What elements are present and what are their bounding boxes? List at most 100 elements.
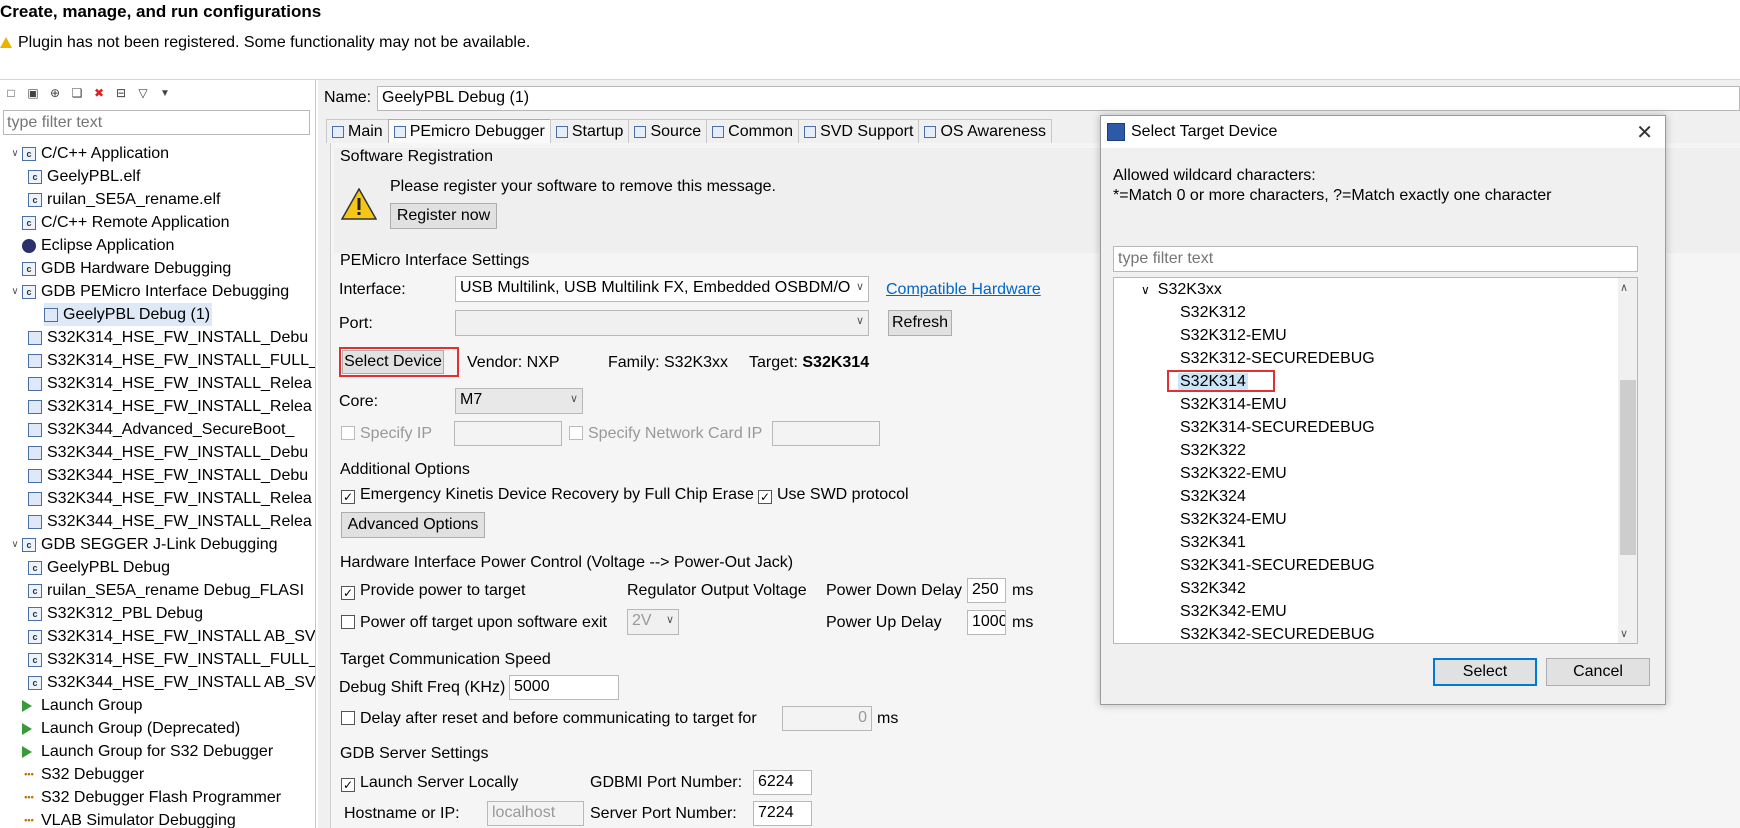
tree-item[interactable]: c GeelyPBL.elf [0, 165, 315, 188]
tree-item[interactable]: c S32K314_HSE_FW_INSTALL_FULL_ [0, 648, 315, 671]
delete-icon[interactable]: ✖ [90, 84, 108, 102]
collapse-all-icon[interactable]: ⊟ [112, 84, 130, 102]
select-device-button[interactable]: Select Device [342, 350, 444, 374]
tree-item[interactable]: c ruilan_SE5A_rename Debug_FLASI [0, 579, 315, 602]
scroll-up-icon[interactable]: ∧ [1620, 281, 1628, 294]
delay-reset-checkbox[interactable]: Delay after reset and before communicati… [341, 710, 757, 728]
device-item[interactable]: S32K324-EMU [1180, 511, 1287, 529]
tree-item[interactable]: ••• VLAB Simulator Debugging [0, 809, 315, 828]
ip-input[interactable] [454, 421, 562, 446]
tree-item[interactable]: GeelyPBL Debug (1) [44, 303, 212, 326]
tab-source[interactable]: Source [628, 119, 708, 143]
tree-item[interactable]: S32K344_Advanced_SecureBoot_ [0, 418, 315, 441]
core-select[interactable]: M7 ∨ [455, 388, 583, 414]
tree-item-label: S32K344_HSE_FW_INSTALL AB_SV [47, 673, 316, 691]
compatible-hardware-link[interactable]: Compatible Hardware [886, 281, 1041, 299]
power-off-checkbox[interactable]: Power off target upon software exit [341, 614, 607, 632]
device-item[interactable]: S32K322-EMU [1180, 465, 1287, 483]
device-item[interactable]: S32K324 [1180, 488, 1246, 506]
tree-item[interactable]: c GeelyPBL Debug [0, 556, 315, 579]
tree-item[interactable]: ••• S32 Debugger [0, 763, 315, 786]
duplicate-icon[interactable]: ❏ [68, 84, 86, 102]
advanced-options-button[interactable]: Advanced Options [341, 512, 485, 538]
filter-icon[interactable]: ▽ [134, 84, 152, 102]
device-item[interactable]: S32K314-SECUREDEBUG [1180, 419, 1375, 437]
device-item[interactable]: S32K342-SECUREDEBUG [1180, 626, 1375, 644]
server-port-input[interactable]: 7224 [753, 801, 812, 826]
provide-power-checkbox[interactable]: ✓ Provide power to target [341, 582, 525, 600]
tree-item-label: Eclipse Application [41, 236, 175, 254]
tree-item[interactable]: c GDB Hardware Debugging [0, 257, 315, 280]
tree-item[interactable]: Launch Group for S32 Debugger [0, 740, 315, 763]
device-filter-input[interactable] [1113, 246, 1638, 272]
tree-item[interactable]: S32K344_HSE_FW_INSTALL_Debu [0, 464, 315, 487]
tree-item[interactable]: S32K314_HSE_FW_INSTALL_Debu [0, 326, 315, 349]
device-item[interactable]: S32K314-EMU [1180, 396, 1287, 414]
tree-item[interactable]: ••• S32 Debugger Flash Programmer [0, 786, 315, 809]
tree-item[interactable]: c S32K314_HSE_FW_INSTALL AB_SV [0, 625, 315, 648]
gdbmi-port-input[interactable]: 6224 [753, 770, 812, 795]
view-menu-icon[interactable]: ▼ [156, 84, 174, 102]
scroll-down-icon[interactable]: ∨ [1620, 627, 1628, 640]
tab-os-awareness[interactable]: OS Awareness [918, 119, 1052, 143]
tree-item[interactable]: S32K344_HSE_FW_INSTALL_Relea [0, 487, 315, 510]
device-item[interactable]: S32K342-EMU [1180, 603, 1287, 621]
tree-item[interactable]: Eclipse Application [0, 234, 315, 257]
close-icon[interactable]: ✕ [1636, 120, 1653, 145]
tab-svd-support[interactable]: SVD Support [798, 119, 920, 143]
swd-protocol-checkbox[interactable]: ✓ Use SWD protocol [758, 486, 909, 504]
export-icon[interactable]: ⊕ [46, 84, 64, 102]
tab-pemicro-debugger[interactable]: PEmicro Debugger [387, 119, 551, 143]
tab-startup[interactable]: Startup [549, 119, 630, 143]
tree-item[interactable]: ∨ c GDB SEGGER J-Link Debugging [0, 533, 315, 556]
device-item[interactable]: S32K312-EMU [1180, 327, 1287, 345]
chevron-down-icon[interactable]: ∨ [8, 539, 22, 550]
tree-item[interactable]: S32K344_HSE_FW_INSTALL_Debu [0, 441, 315, 464]
tree-filter-input[interactable] [3, 110, 310, 135]
new-config-icon[interactable]: □ [2, 84, 20, 102]
delay-input[interactable]: 0 [782, 706, 872, 731]
new-prototype-icon[interactable]: ▣ [24, 84, 42, 102]
device-group[interactable]: ∨ S32K3xx [1141, 281, 1222, 299]
tree-item[interactable]: ∨ c GDB PEMicro Interface Debugging [0, 280, 315, 303]
launch-locally-checkbox[interactable]: ✓ Launch Server Locally [341, 774, 518, 792]
device-item[interactable]: S32K322 [1180, 442, 1246, 460]
tree-item[interactable]: Launch Group [0, 694, 315, 717]
tree-item[interactable]: Launch Group (Deprecated) [0, 717, 315, 740]
power-down-input[interactable]: 250 [967, 578, 1006, 603]
tree-item[interactable]: S32K314_HSE_FW_INSTALL_Relea [0, 395, 315, 418]
tab-common[interactable]: Common [706, 119, 800, 143]
power-up-input[interactable]: 1000 [967, 610, 1006, 635]
tree-item[interactable]: S32K314_HSE_FW_INSTALL_FULL_ [0, 349, 315, 372]
interface-select[interactable]: USB Multilink, USB Multilink FX, Embedde… [455, 276, 869, 302]
shift-freq-input[interactable]: 5000 [509, 675, 619, 700]
specify-network-checkbox[interactable]: Specify Network Card IP [569, 425, 762, 443]
device-item[interactable]: S32K312 [1180, 304, 1246, 322]
tree-item[interactable]: S32K344_HSE_FW_INSTALL_Relea [0, 510, 315, 533]
chevron-down-icon[interactable]: ∨ [8, 286, 22, 297]
tab-main[interactable]: Main [326, 119, 389, 143]
hostname-input[interactable]: localhost [487, 801, 584, 826]
tree-item[interactable]: ∨ c C/C++ Application [0, 142, 315, 165]
scrollbar-thumb[interactable] [1620, 380, 1636, 555]
register-now-button[interactable]: Register now [390, 203, 497, 229]
emergency-recovery-checkbox[interactable]: ✓ Emergency Kinetis Device Recovery by Fu… [341, 486, 754, 504]
tree-item[interactable]: c ruilan_SE5A_rename.elf [0, 188, 315, 211]
specify-ip-checkbox[interactable]: Specify IP [341, 425, 432, 443]
cancel-button[interactable]: Cancel [1546, 658, 1650, 686]
tree-item[interactable]: c C/C++ Remote Application [0, 211, 315, 234]
device-item[interactable]: S32K312-SECUREDEBUG [1180, 350, 1375, 368]
device-item[interactable]: S32K341 [1180, 534, 1246, 552]
config-name-input[interactable]: GeelyPBL Debug (1) [377, 86, 1740, 111]
refresh-button[interactable]: Refresh [888, 310, 952, 336]
port-select[interactable]: ∨ [455, 310, 869, 336]
device-item[interactable]: S32K341-SECUREDEBUG [1180, 557, 1375, 575]
voltage-select[interactable]: 2V ∨ [627, 609, 679, 635]
tree-item[interactable]: S32K314_HSE_FW_INSTALL_Relea [0, 372, 315, 395]
chevron-down-icon[interactable]: ∨ [8, 148, 22, 159]
tree-item[interactable]: c S32K344_HSE_FW_INSTALL AB_SV [0, 671, 316, 694]
network-ip-input[interactable] [772, 421, 880, 446]
device-item[interactable]: S32K342 [1180, 580, 1246, 598]
tree-item[interactable]: c S32K312_PBL Debug [0, 602, 315, 625]
select-button[interactable]: Select [1433, 658, 1537, 686]
